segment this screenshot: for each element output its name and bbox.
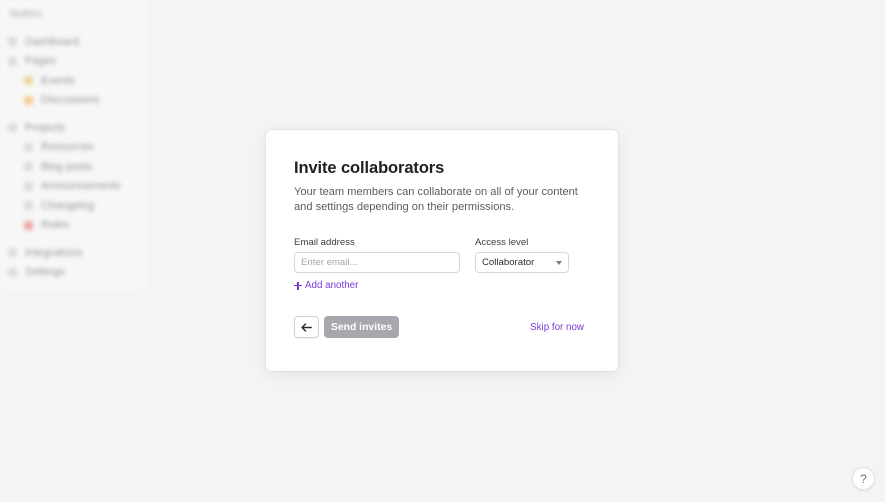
modal-actions: Send invites Skip for now (294, 316, 590, 338)
sidebar-item[interactable]: Projects (8, 118, 148, 138)
table-icon (24, 142, 33, 152)
invite-modal: Invite collaborators Your team members c… (266, 130, 618, 371)
back-button[interactable] (294, 316, 319, 338)
access-level-select[interactable]: Collaborator (475, 252, 569, 273)
edit-icon (24, 162, 33, 172)
help-icon: ? (860, 471, 867, 486)
sidebar-item[interactable]: Announcements (8, 177, 148, 197)
sidebar-item[interactable]: Resources (8, 138, 148, 158)
arrow-left-icon (301, 322, 312, 332)
sidebar-item[interactable]: Events (8, 71, 148, 91)
send-invites-button[interactable]: Send invites (324, 316, 399, 338)
sidebar-item[interactable]: Discussions (8, 91, 148, 111)
sidebar-item-label: Roles (41, 219, 70, 232)
add-another-button[interactable]: Add another (294, 280, 358, 291)
sun-icon (24, 95, 33, 105)
list-icon (24, 201, 33, 211)
folder-icon (8, 123, 17, 133)
access-level-label: Access level (475, 237, 529, 248)
invite-fields: Email address Access level Collaborator … (294, 237, 590, 297)
sidebar-item[interactable]: Roles (8, 216, 148, 236)
modal-title: Invite collaborators (294, 159, 445, 177)
sidebar-item-label: Events (41, 74, 75, 87)
sidebar-item[interactable]: Blog posts (8, 157, 148, 177)
add-another-label: Add another (305, 280, 359, 291)
email-label: Email address (294, 237, 355, 248)
sidebar-item-label: Settings (25, 266, 65, 279)
access-level-value: Collaborator (482, 257, 535, 268)
help-button[interactable]: ? (852, 467, 875, 490)
email-input[interactable] (294, 252, 460, 273)
sidebar: Notion Dashboard Pages Events Discussions Pr… (0, 0, 148, 290)
sidebar-item-label: Projects (25, 121, 65, 134)
heart-icon (24, 220, 33, 230)
home-icon (8, 37, 17, 47)
sidebar-item-label: Resources (41, 141, 94, 154)
doc-icon (24, 181, 33, 191)
workspace-name: Notion (10, 8, 42, 20)
sidebar-item-label: Blog posts (41, 160, 93, 173)
sidebar-items: Dashboard Pages Events Discussions Projects R… (8, 32, 148, 282)
sidebar-item[interactable]: Changelog (8, 196, 148, 216)
plus-icon (294, 281, 302, 290)
sidebar-item-label: Announcements (41, 180, 121, 193)
modal-description: Your team members can collaborate on all… (294, 186, 578, 213)
plug-icon (8, 248, 17, 258)
skip-for-now-link[interactable]: Skip for now (530, 316, 584, 338)
star-icon (24, 76, 33, 86)
sidebar-item-label: Pages (25, 55, 57, 68)
chevron-down-icon (556, 260, 562, 265)
sidebar-item[interactable]: Pages (8, 52, 148, 72)
sidebar-item[interactable]: Dashboard (8, 32, 148, 52)
sidebar-item-label: Discussions (41, 94, 100, 107)
gear-icon (8, 267, 17, 277)
sidebar-item[interactable]: Settings (8, 263, 148, 283)
sidebar-item-label: Dashboard (25, 35, 79, 48)
sidebar-item[interactable]: Integrations (8, 243, 148, 263)
sidebar-item-label: Changelog (41, 199, 95, 212)
sidebar-item-label: Integrations (25, 246, 83, 259)
page-icon (8, 56, 17, 66)
